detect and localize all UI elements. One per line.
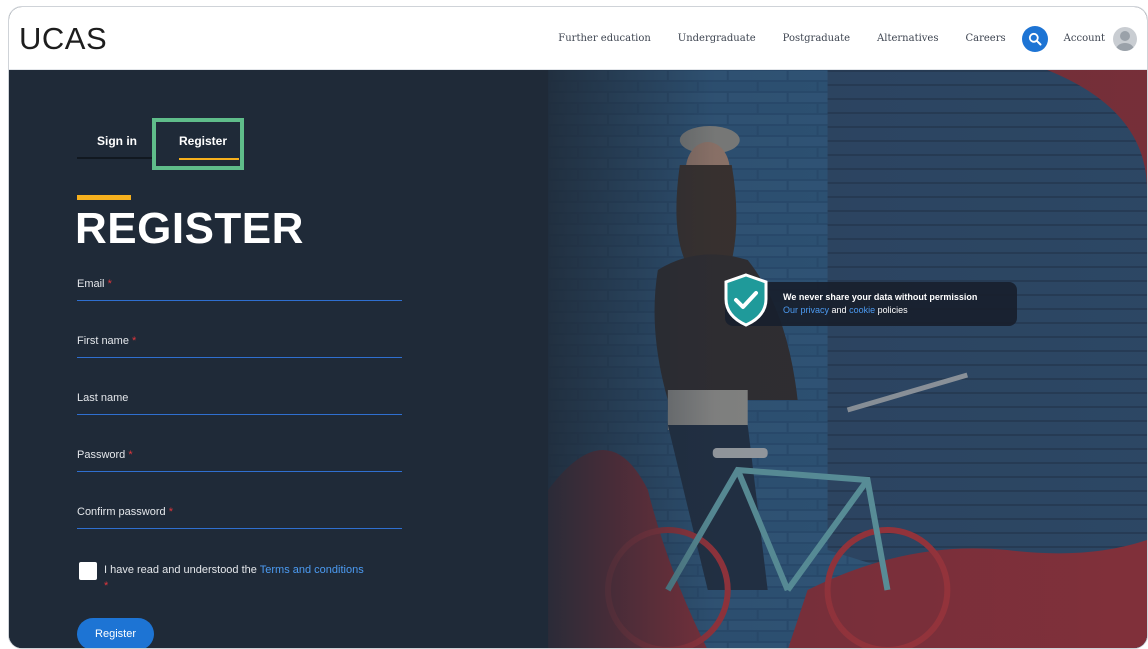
confirm-password-label: Confirm password * xyxy=(77,506,173,518)
password-field[interactable]: Password * xyxy=(77,444,402,472)
cookie-link[interactable]: cookie xyxy=(849,305,875,315)
browser-frame: UCAS Further education Undergraduate Pos… xyxy=(8,6,1148,649)
terms-link[interactable]: Terms and conditions xyxy=(260,564,364,576)
email-label: Email * xyxy=(77,278,112,290)
avatar[interactable] xyxy=(1113,26,1137,51)
tab-sign-in[interactable]: Sign in xyxy=(77,134,155,159)
first-name-field[interactable]: First name * xyxy=(77,330,402,358)
page-title: REGISTER xyxy=(75,204,304,253)
nav-further-education[interactable]: Further education xyxy=(558,33,651,44)
search-button[interactable] xyxy=(1021,25,1048,52)
shield-check-icon xyxy=(724,273,768,327)
logo-text: UCAS xyxy=(19,21,108,56)
privacy-link[interactable]: Our privacy xyxy=(783,305,829,315)
nav-postgraduate[interactable]: Postgraduate xyxy=(783,33,850,44)
privacy-links: Our privacy and cookie policies xyxy=(783,305,908,315)
ucas-logo[interactable]: UCAS xyxy=(19,21,108,56)
account-link[interactable]: Account xyxy=(1064,33,1105,44)
privacy-headline: We never share your data without permiss… xyxy=(783,292,978,302)
register-panel: Sign in Register REGISTER Email * First … xyxy=(9,70,549,648)
hero-section: Sign in Register REGISTER Email * First … xyxy=(9,70,1147,648)
nav-undergraduate[interactable]: Undergraduate xyxy=(678,33,756,44)
main-nav: Further education Undergraduate Postgrad… xyxy=(531,7,1137,70)
terms-text: I have read and understood the Terms and… xyxy=(104,564,364,592)
tab-highlight-box xyxy=(152,118,244,170)
register-button[interactable]: Register xyxy=(77,618,154,648)
first-name-label: First name * xyxy=(77,335,137,347)
email-field[interactable]: Email * xyxy=(77,273,402,301)
title-accent-bar xyxy=(77,195,131,200)
search-icon xyxy=(1028,32,1042,45)
last-name-field[interactable]: Last name xyxy=(77,387,402,415)
password-label: Password * xyxy=(77,449,133,461)
site-header: UCAS Further education Undergraduate Pos… xyxy=(9,7,1147,70)
user-icon xyxy=(1116,30,1134,51)
last-name-label: Last name xyxy=(77,392,129,404)
nav-alternatives[interactable]: Alternatives xyxy=(877,33,938,44)
nav-careers[interactable]: Careers xyxy=(966,33,1006,44)
confirm-password-field[interactable]: Confirm password * xyxy=(77,501,402,529)
terms-checkbox[interactable] xyxy=(79,562,97,580)
